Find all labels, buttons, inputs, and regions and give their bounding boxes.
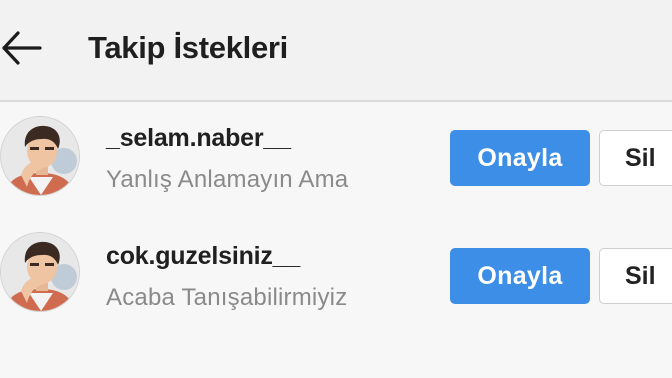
request-username[interactable]: cok.guzelsiniz__ — [106, 242, 300, 271]
request-username[interactable]: _selam.naber__ — [106, 124, 291, 153]
delete-button[interactable]: Sil — [599, 130, 672, 186]
request-row: _selam.naber__ Yanlış Anlamayın Ama Onay… — [0, 102, 672, 218]
request-message: Yanlış Anlamayın Ama — [106, 166, 349, 193]
follow-requests-screen: Takip İstekleri _selam.naber__ Yanlış An… — [0, 0, 672, 378]
delete-button[interactable]: Sil — [599, 248, 672, 304]
confirm-button[interactable]: Onayla — [450, 130, 590, 186]
request-list: _selam.naber__ Yanlış Anlamayın Ama Onay… — [0, 102, 672, 378]
arrow-left-icon[interactable] — [0, 28, 46, 68]
request-row: cok.guzelsiniz__ Acaba Tanışabilirmiyiz … — [0, 220, 672, 336]
avatar[interactable] — [0, 232, 80, 312]
avatar-image — [1, 117, 79, 195]
page-title: Takip İstekleri — [88, 30, 288, 65]
request-message: Acaba Tanışabilirmiyiz — [106, 284, 348, 311]
confirm-button[interactable]: Onayla — [450, 248, 590, 304]
avatar[interactable] — [0, 116, 80, 196]
top-bar: Takip İstekleri — [0, 0, 672, 102]
avatar-image — [1, 233, 79, 311]
